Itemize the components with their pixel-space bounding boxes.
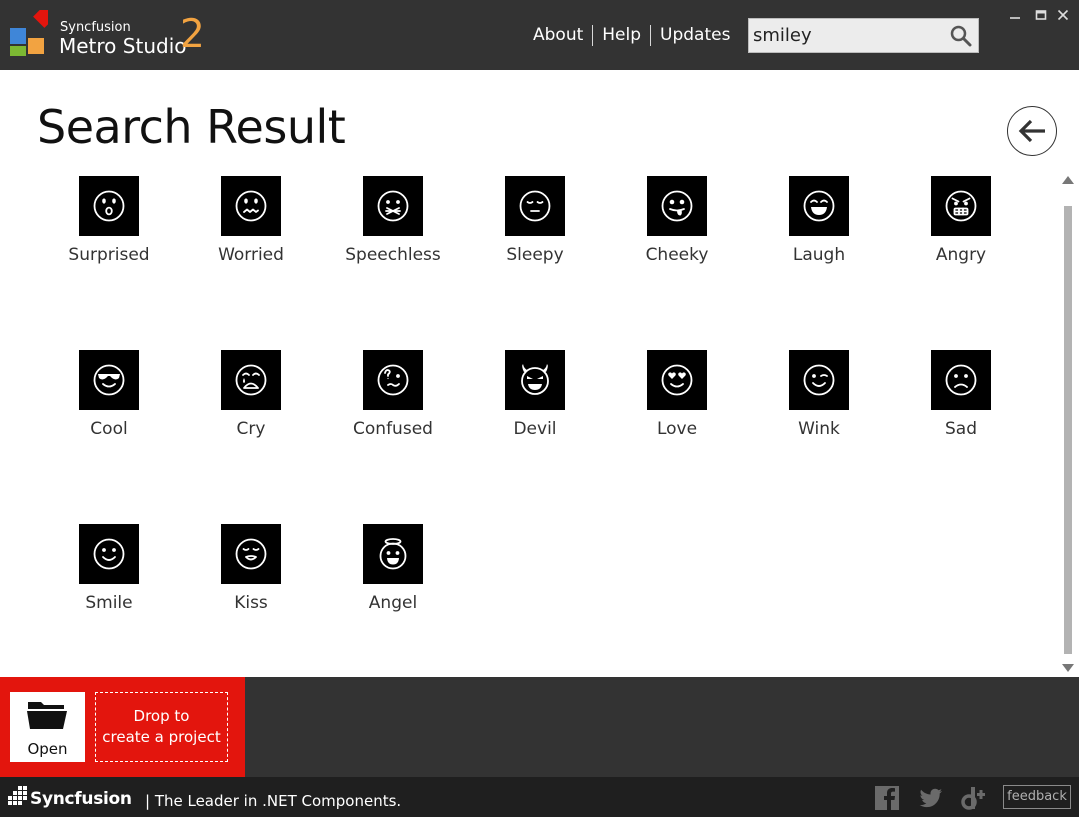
love-icon [647, 350, 707, 410]
brand-product: Metro Studio [59, 34, 187, 58]
angry-icon [931, 176, 991, 236]
icon-tile-cheeky[interactable]: Cheeky [606, 176, 748, 350]
icon-tile-label: Worried [218, 245, 284, 265]
worried-icon [221, 176, 281, 236]
open-label: Open [27, 740, 68, 758]
confused-icon [363, 350, 423, 410]
cool-icon [79, 350, 139, 410]
back-button[interactable] [1007, 106, 1057, 156]
icon-tile-cool[interactable]: Cool [38, 350, 180, 524]
icon-tile-smile[interactable]: Smile [38, 524, 180, 698]
icon-tile-label: Kiss [234, 593, 268, 613]
search-box [748, 18, 979, 53]
nav-help-link[interactable]: Help [593, 24, 650, 46]
icon-tile-label: Devil [513, 419, 557, 439]
twitter-icon[interactable] [918, 785, 944, 811]
icon-tile-angry[interactable]: Angry [890, 176, 1032, 350]
icon-tile-label: Cry [236, 419, 266, 439]
icon-tile-love[interactable]: Love [606, 350, 748, 524]
icon-tile-label: Cheeky [645, 245, 709, 265]
footer-brand: Syncfusion [30, 789, 132, 809]
icon-tile-label: Confused [353, 419, 433, 439]
icon-tile-label: Sleepy [506, 245, 564, 265]
icon-tile-label: Cool [90, 419, 128, 439]
footer: Syncfusion | The Leader in .NET Componen… [0, 777, 1079, 817]
nav-about-link[interactable]: About [524, 24, 592, 46]
icon-tile-label: Laugh [792, 245, 846, 265]
devil-icon [505, 350, 565, 410]
open-button[interactable]: Open [10, 692, 85, 762]
icon-tile-label: Sad [945, 419, 977, 439]
back-arrow-icon [1018, 119, 1045, 143]
icon-tile-label: Angry [935, 245, 987, 265]
icon-tile-laugh[interactable]: Laugh [748, 176, 890, 350]
icon-tile-devil[interactable]: Devil [464, 350, 606, 524]
brand-version: 2 [180, 12, 205, 57]
folder-icon [27, 702, 67, 729]
icon-tile-wink[interactable]: Wink [748, 350, 890, 524]
laugh-icon [789, 176, 849, 236]
syncfusion-logo [10, 10, 48, 56]
icon-tile-label: Angel [368, 593, 418, 613]
icon-tile-label: Smile [85, 593, 133, 613]
icon-tile-label: Wink [798, 419, 840, 439]
icon-tile-sad[interactable]: Sad [890, 350, 1032, 524]
icon-tile-angel[interactable]: Angel [322, 524, 464, 698]
close-icon[interactable] [1056, 8, 1070, 22]
nav-updates-link[interactable]: Updates [651, 24, 739, 46]
page-title: Search Result [37, 100, 346, 154]
title-bar: Syncfusion Metro Studio 2 About Help Upd… [0, 0, 1079, 70]
maximize-icon[interactable] [1034, 8, 1048, 22]
brand-company: Syncfusion [60, 20, 131, 35]
delicious-icon[interactable] [961, 785, 987, 811]
scroll-down-arrow[interactable] [1062, 664, 1074, 672]
search-icon[interactable] [950, 25, 972, 47]
drop-zone[interactable]: Drop to create a project [95, 692, 228, 762]
wink-icon [789, 350, 849, 410]
project-panel: Open Drop to create a project [0, 677, 1079, 777]
kiss-icon [221, 524, 281, 584]
facebook-icon[interactable] [874, 785, 900, 811]
cheeky-icon [647, 176, 707, 236]
sleepy-icon [505, 176, 565, 236]
icon-grid: Surprised Worried Speechless Sleepy Cheeky La… [38, 176, 1038, 698]
top-nav: About Help Updates [524, 24, 739, 46]
icon-tile-cry[interactable]: Cry [180, 350, 322, 524]
icon-tile-sleepy[interactable]: Sleepy [464, 176, 606, 350]
icon-tile-label: Love [656, 419, 698, 439]
scroll-up-arrow[interactable] [1062, 176, 1074, 184]
smile-icon [79, 524, 139, 584]
drop-zone-line2: create a project [102, 728, 221, 746]
cry-icon [221, 350, 281, 410]
icon-tile-label: Surprised [68, 245, 150, 265]
search-input[interactable] [749, 19, 945, 52]
sad-icon [931, 350, 991, 410]
vertical-scrollbar[interactable] [1060, 174, 1076, 672]
syncfusion-grid-logo [8, 786, 27, 805]
icon-tile-surprised[interactable]: Surprised [38, 176, 180, 350]
scroll-thumb[interactable] [1064, 206, 1072, 654]
feedback-button[interactable]: feedback [1003, 785, 1071, 809]
project-actions: Open Drop to create a project [0, 677, 245, 777]
icon-tile-speechless[interactable]: Speechless [322, 176, 464, 350]
icon-tile-confused[interactable]: Confused [322, 350, 464, 524]
icon-tile-kiss[interactable]: Kiss [180, 524, 322, 698]
icon-tile-worried[interactable]: Worried [180, 176, 322, 350]
footer-tagline: | The Leader in .NET Components. [145, 792, 402, 810]
angel-icon [363, 524, 423, 584]
surprised-icon [79, 176, 139, 236]
icon-tile-label: Speechless [345, 245, 441, 265]
minimize-icon[interactable] [1008, 8, 1022, 22]
speechless-icon [363, 176, 423, 236]
drop-zone-line1: Drop to [133, 707, 190, 725]
